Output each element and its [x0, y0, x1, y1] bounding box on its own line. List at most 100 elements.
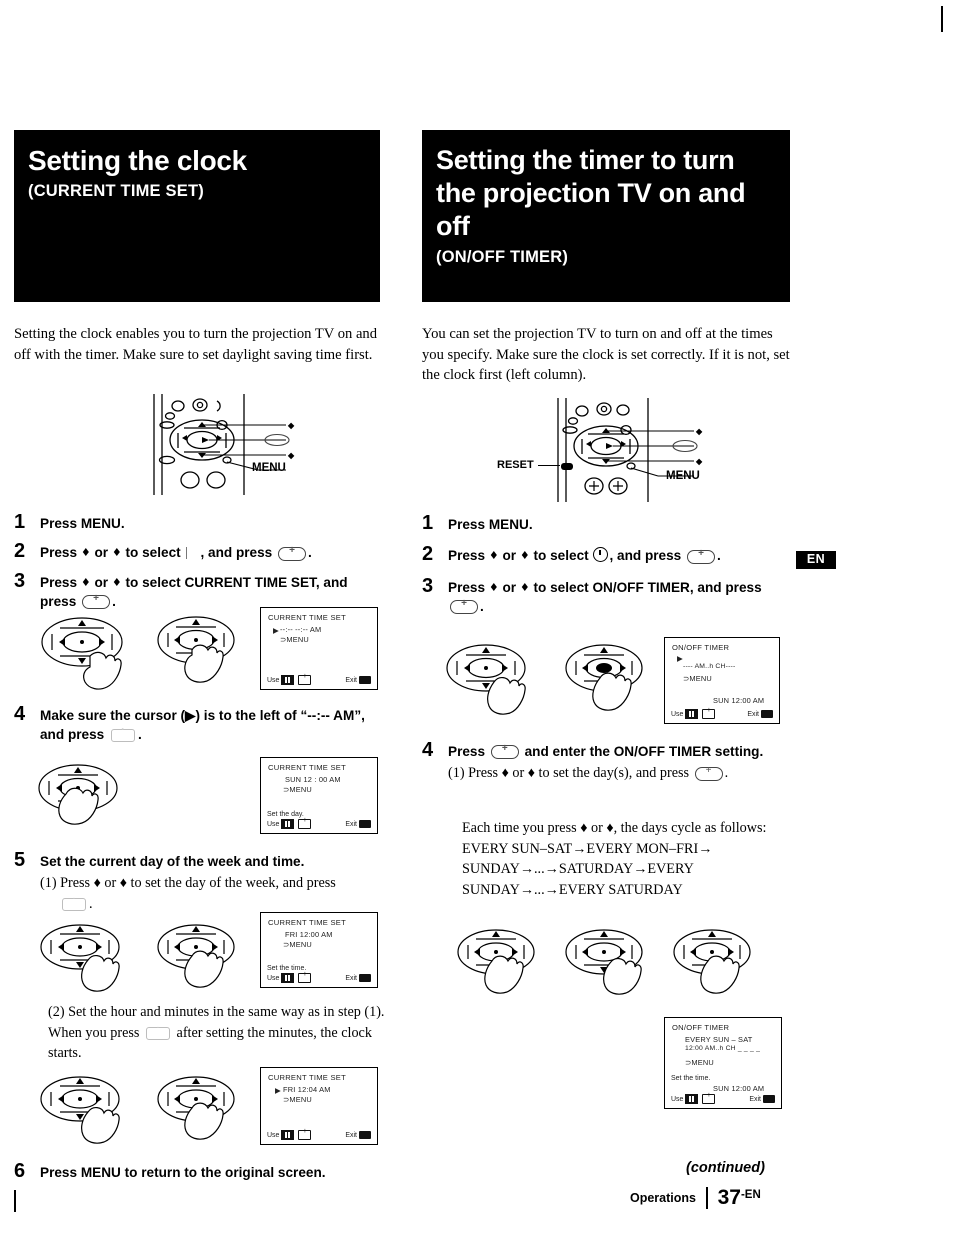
left-step-5: 5 Set the current day of the week and ti… [14, 849, 406, 914]
down-arrow-icon: ♦ [111, 575, 122, 589]
step-text: Make sure the cursor (▶) is to the left … [40, 706, 380, 745]
left-steps: 1 Press MENU. 2 Press ♦ or ♦ to select ,… [14, 502, 380, 611]
exit-icon [763, 1095, 775, 1103]
left-remote-illus-3 [38, 764, 118, 825]
svg-text:◆: ◆ [695, 457, 703, 466]
osd-use-text: Use [267, 1131, 280, 1139]
step-text-b: or [90, 545, 112, 561]
osd-line-1: FRI 12:00 AM [285, 930, 333, 939]
plus-icon [702, 707, 716, 719]
osd-title: ON/OFF TIMER [672, 1023, 730, 1032]
svg-text:◆: ◆ [287, 451, 295, 460]
step-text: Press and enter the ON/OFF TIMER setting… [448, 742, 816, 761]
step-text: Press ♦ or ♦ to select ON/OFF TIMER, and… [448, 578, 790, 617]
right-step-3: 3 Press ♦ or ♦ to select ON/OFF TIMER, a… [422, 575, 790, 617]
osd-exit-label: Exit [345, 974, 371, 982]
right-cycle-block: Each time you press ♦ or ♦, the days cyc… [422, 818, 830, 900]
page-number-text: 37 [717, 1186, 741, 1209]
bars-icon [685, 1094, 699, 1104]
osd-exit-label: Exit [747, 710, 773, 718]
enter-button-icon [62, 892, 86, 912]
right-remote-illus-1 [446, 644, 526, 715]
right-remote-menu-label: MENU [666, 470, 700, 482]
osd-cursor: ▶ [677, 654, 683, 663]
osd-time: SUN 12:00 AM [713, 696, 765, 705]
osd-exit-text: Exit [749, 1095, 761, 1103]
enter-button-icon [490, 742, 519, 760]
step-text: Press MENU. [448, 517, 533, 532]
step-number: 1 [14, 511, 26, 533]
manual-page: Setting the clock (CURRENT TIME SET) Set… [0, 0, 954, 1233]
osd-footer: Use Exit [267, 673, 371, 685]
right-osd-screen-1: ON/OFF TIMER ▶ ---- AM..h CH---- ⊃MENU S… [664, 637, 780, 724]
step-text-a: Make sure the cursor (▶) is to the left … [40, 708, 365, 743]
step-4-sub1-text: (1) Press ♦ or ♦ to set the day(s), and … [448, 765, 693, 782]
up-arrow-icon: ♦ [488, 580, 499, 594]
exit-icon [359, 974, 371, 982]
up-arrow-icon: ♦ [80, 546, 91, 560]
right-step-4: 4 Press and enter the ON/OFF TIMER setti… [422, 739, 816, 784]
osd-footer: Use Exit [671, 1092, 775, 1104]
osd-hint: Set the time. [671, 1075, 711, 1082]
bars-icon [685, 709, 699, 719]
footer-section-label: Operations [630, 1191, 696, 1205]
step-text-a: Press [448, 548, 489, 564]
left-heading-title: Setting the clock [28, 145, 247, 176]
step-text-a: Press [40, 574, 81, 590]
step-5-sub1: (1) Press ♦ or ♦ to set the day of the w… [40, 873, 406, 914]
down-arrow-icon: ♦ [111, 546, 122, 560]
right-steps: 1 Press MENU. 2 Press ♦ or ♦ to select ,… [422, 512, 790, 617]
right-step-1: 1 Press MENU. [422, 512, 790, 534]
osd-exit-text: Exit [345, 974, 357, 982]
continued-label: (continued) [686, 1160, 765, 1176]
enter-button-icon [450, 597, 478, 615]
osd-line-1: SUN 12 : 00 AM [285, 775, 341, 784]
menu-icon-placeholder [186, 547, 196, 560]
left-remote-diagram: ◆ ◆ [153, 394, 295, 495]
cycle-line-2: SUNDAY→...→SATURDAY→EVERY [462, 861, 694, 878]
left-osd-screen-1: CURRENT TIME SET ▶ --:-- --:-- AM ⊃MENU … [260, 607, 378, 690]
page-footer: Operations 37-EN [630, 1186, 761, 1210]
left-remote-illus-6 [40, 1076, 120, 1144]
left-remote-illus-2 [157, 616, 235, 683]
language-badge-en: EN [796, 551, 836, 569]
osd-title: CURRENT TIME SET [268, 918, 346, 927]
exit-icon [359, 1131, 371, 1139]
osd-line-2: ⊃MENU [283, 785, 312, 794]
osd-use-label: Use [671, 707, 717, 719]
left-osd-screen-2: CURRENT TIME SET SUN 12 : 00 AM ⊃MENU Se… [260, 757, 378, 834]
right-intro-paragraph: You can set the projection TV to turn on… [422, 326, 790, 384]
right-heading-title: Setting the timer to turn the projection… [436, 145, 746, 242]
osd-exit-text: Exit [747, 710, 759, 718]
left-heading-subtitle: (CURRENT TIME SET) [28, 182, 204, 201]
enter-button-icon [278, 544, 307, 561]
osd-use-label: Use [267, 817, 313, 829]
right-column: Setting the timer to turn the projection… [422, 130, 790, 401]
step-text-c: to select ON/OFF TIMER, and press [529, 579, 762, 595]
left-remote-menu-label: MENU [252, 462, 286, 474]
bars-icon [281, 675, 295, 685]
plus-icon [298, 1128, 312, 1140]
step-5-sub1-text: (1) Press ♦ or ♦ to set the day of the w… [40, 875, 336, 892]
osd-hint: Set the day. [267, 811, 304, 818]
step-number: 5 [14, 849, 26, 871]
page-number-suffix: -EN [740, 1189, 761, 1201]
left-step-5-sub2: (2) Set the hour and minutes in the same… [14, 1002, 388, 1064]
osd-use-text: Use [671, 710, 684, 718]
osd-use-text: Use [267, 676, 280, 684]
step-text-c: to select [529, 548, 593, 564]
osd-line-2: ⊃MENU [283, 1095, 312, 1104]
up-arrow-icon: ♦ [80, 575, 91, 589]
osd-title: CURRENT TIME SET [268, 763, 346, 772]
step-text-e: . [717, 548, 721, 564]
plus-icon [298, 817, 312, 829]
step-text-d: , and press [200, 545, 277, 561]
left-remote-illus-1 [41, 617, 123, 690]
step-text-d: , and press [609, 548, 686, 564]
right-remote-illus-4 [565, 929, 643, 995]
step-number: 3 [14, 569, 26, 592]
right-remote-reset-label: RESET [497, 459, 534, 471]
footer-divider [706, 1187, 708, 1209]
osd-use-label: Use [671, 1092, 717, 1104]
right-step-4-sub1: (1) Press ♦ or ♦ to set the day(s), and … [448, 763, 816, 784]
